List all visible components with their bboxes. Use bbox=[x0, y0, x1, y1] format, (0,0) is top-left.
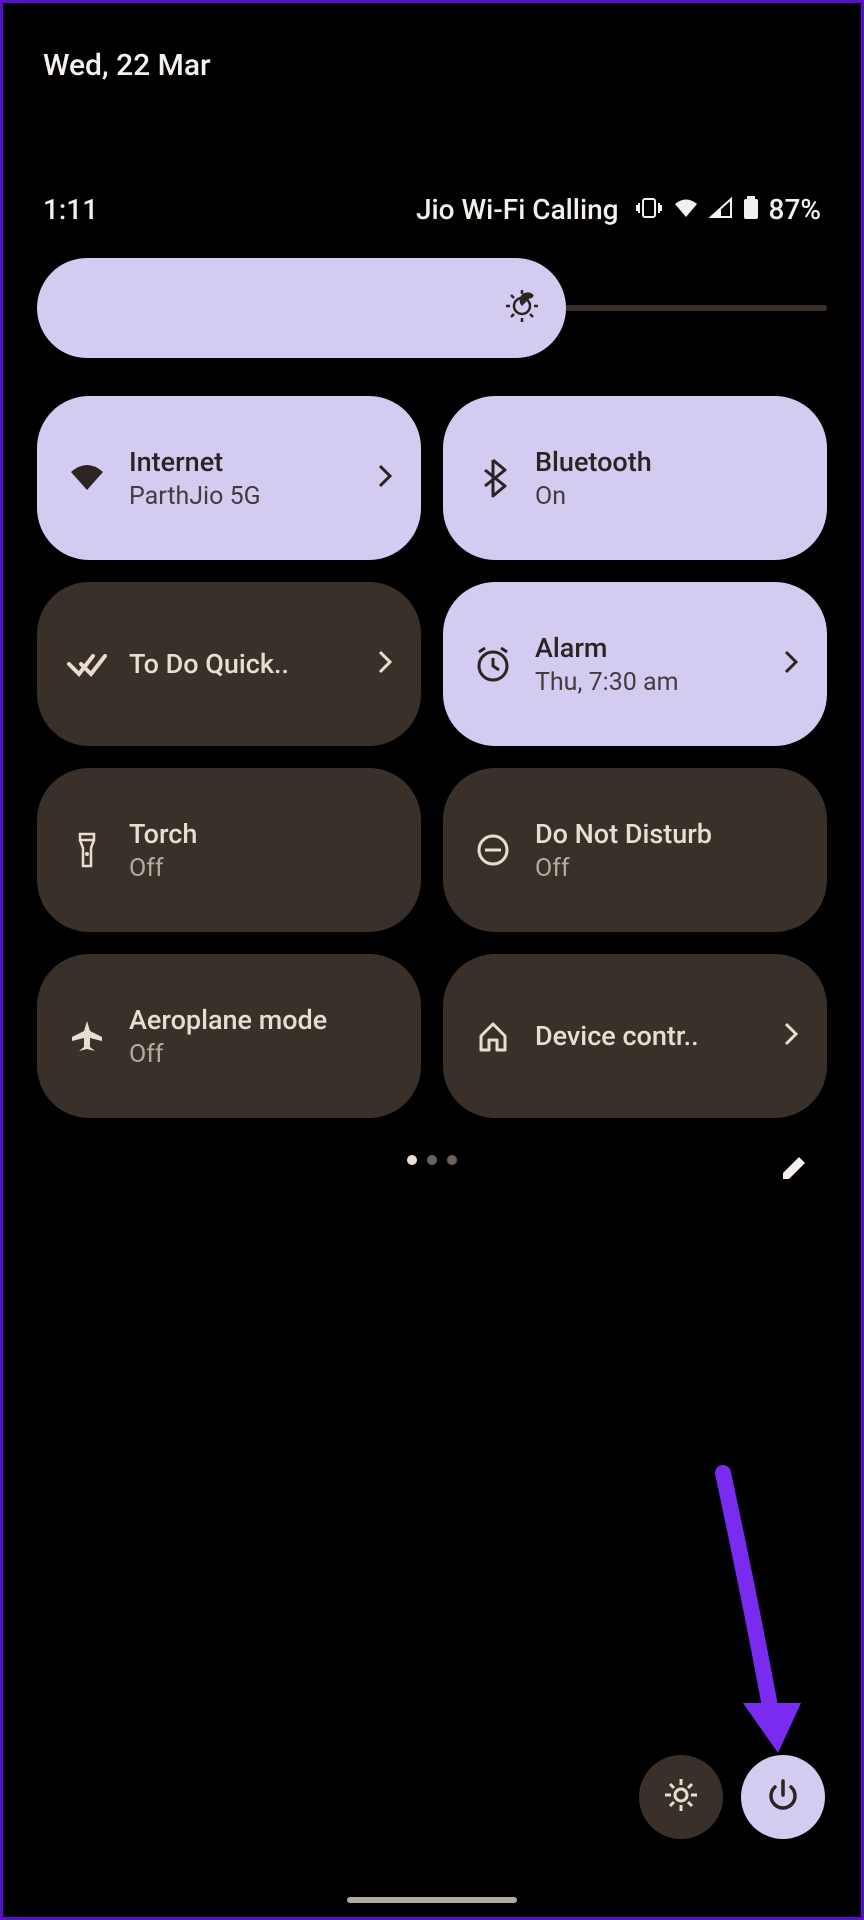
torch-tile[interactable]: Torch Off bbox=[37, 768, 421, 932]
vibrate-icon bbox=[635, 197, 663, 223]
alarm-tile[interactable]: Alarm Thu, 7:30 am bbox=[443, 582, 827, 746]
page-dot bbox=[447, 1155, 457, 1165]
wifi-icon bbox=[673, 197, 699, 223]
status-bar: 1:11 Jio Wi-Fi Calling 87% bbox=[3, 193, 861, 226]
power-icon bbox=[763, 1775, 803, 1819]
tile-title: Aeroplane mode bbox=[129, 1004, 393, 1036]
battery-percent: 87% bbox=[769, 193, 821, 226]
battery-icon bbox=[743, 196, 759, 224]
tile-title: Do Not Disturb bbox=[535, 818, 799, 850]
chevron-right-icon bbox=[377, 649, 393, 679]
home-icon bbox=[471, 1018, 515, 1054]
device-controls-tile[interactable]: Device contr.. bbox=[443, 954, 827, 1118]
page-dot bbox=[427, 1155, 437, 1165]
page-indicator bbox=[407, 1155, 457, 1165]
tile-title: Torch bbox=[129, 818, 393, 850]
tile-subtitle: ParthJio 5G bbox=[129, 482, 357, 511]
signal-icon bbox=[709, 197, 733, 223]
quick-settings-tiles: Internet ParthJio 5G Bluetooth On To Do … bbox=[37, 396, 827, 1118]
settings-button[interactable] bbox=[639, 1755, 723, 1839]
brightness-slider[interactable] bbox=[37, 258, 827, 358]
torch-icon bbox=[65, 830, 109, 870]
clock-text: 1:11 bbox=[43, 193, 98, 226]
tile-title: To Do Quick.. bbox=[129, 648, 357, 680]
internet-tile[interactable]: Internet ParthJio 5G bbox=[37, 396, 421, 560]
tile-subtitle: Off bbox=[129, 1040, 393, 1069]
wifi-icon bbox=[65, 462, 109, 494]
aeroplane-icon bbox=[65, 1017, 109, 1055]
tile-subtitle: Thu, 7:30 am bbox=[535, 668, 763, 697]
annotation-arrow bbox=[683, 1463, 823, 1787]
carrier-text: Jio Wi-Fi Calling bbox=[416, 193, 619, 226]
todo-tile[interactable]: To Do Quick.. bbox=[37, 582, 421, 746]
gear-icon bbox=[661, 1775, 701, 1819]
tile-subtitle: Off bbox=[129, 854, 393, 883]
chevron-right-icon bbox=[377, 463, 393, 493]
date-text: Wed, 22 Mar bbox=[43, 48, 211, 83]
page-dot-active bbox=[407, 1155, 417, 1165]
bluetooth-icon bbox=[471, 458, 515, 498]
aeroplane-tile[interactable]: Aeroplane mode Off bbox=[37, 954, 421, 1118]
tile-title: Bluetooth bbox=[535, 446, 799, 478]
tile-title: Device contr.. bbox=[535, 1020, 763, 1052]
chevron-right-icon bbox=[783, 1021, 799, 1051]
dnd-tile[interactable]: Do Not Disturb Off bbox=[443, 768, 827, 932]
brightness-icon bbox=[503, 287, 541, 329]
tile-subtitle: Off bbox=[535, 854, 799, 883]
checkmark-icon bbox=[65, 650, 109, 678]
tile-subtitle: On bbox=[535, 482, 799, 511]
bluetooth-tile[interactable]: Bluetooth On bbox=[443, 396, 827, 560]
tile-title: Alarm bbox=[535, 632, 763, 664]
alarm-clock-icon bbox=[471, 644, 515, 684]
edit-tiles-button[interactable] bbox=[777, 1151, 811, 1189]
chevron-right-icon bbox=[783, 649, 799, 679]
power-button[interactable] bbox=[741, 1755, 825, 1839]
tile-title: Internet bbox=[129, 446, 357, 478]
nav-handle[interactable] bbox=[347, 1897, 517, 1903]
bottom-action-row bbox=[639, 1755, 825, 1839]
pager-row bbox=[3, 1155, 861, 1205]
dnd-icon bbox=[471, 832, 515, 868]
